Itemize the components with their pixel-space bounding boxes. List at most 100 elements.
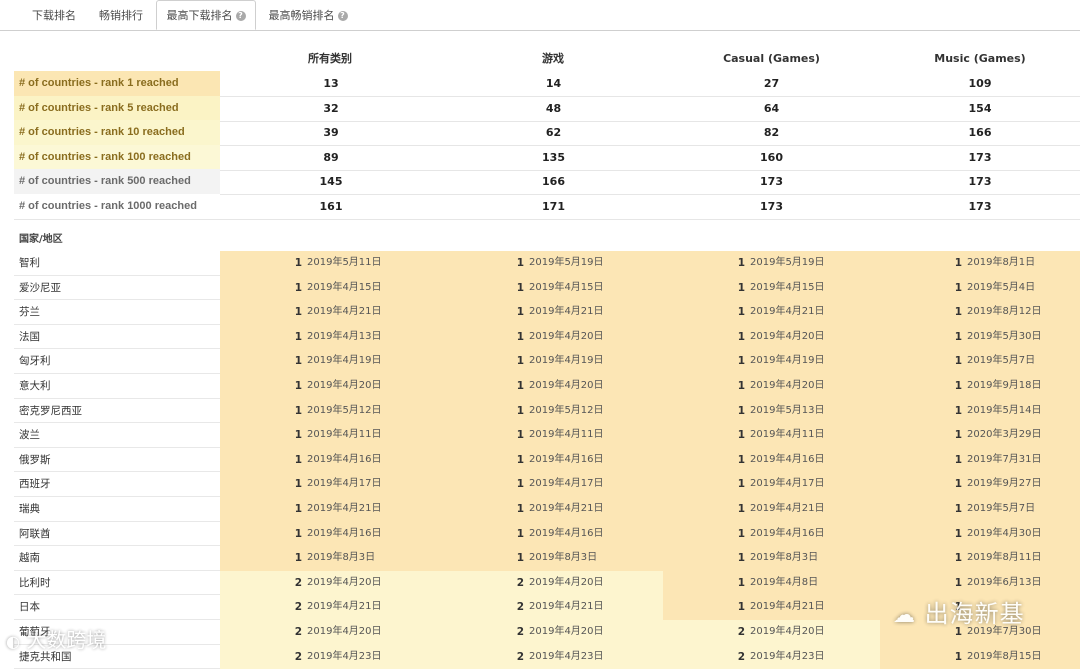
rank-value: 1 [954,355,962,368]
rank-date: 2019年4月21日 [307,306,382,318]
rank-cell: 1 2019年4月15日 [442,275,663,301]
country-name: 阿联酋 [14,521,220,547]
rank-value: 1 [954,576,962,589]
summary-value: 161 [319,200,343,213]
rank-cell: 1 2019年5月11日 [220,251,442,276]
summary-value: 166 [542,175,565,189]
rank-value: 1 [516,330,524,343]
rank-cell: 1 [880,595,1080,620]
rank-cell: 2 2019年4月20日 [663,620,880,645]
rank-date: 2019年4月20日 [307,626,382,637]
country-name: 芬兰 [14,300,220,325]
rank-value: 2 [516,650,524,663]
summary-row-label: # of countries - rank 1 reached [14,71,220,96]
rank-date: 2019年6月13日 [967,576,1042,588]
rank-cell: 1 2019年4月21日 [220,497,442,522]
rank-value: 1 [954,453,962,466]
rank-value: 1 [954,380,962,392]
tab-label: 下载排名 [32,9,76,22]
country-name: 爱沙尼亚 [14,275,220,301]
country-name: 密克罗尼西亚 [14,398,220,424]
rank-value: 2 [516,601,524,614]
rank-cell: 1 2019年5月12日 [220,398,442,424]
rank-cell: 1 2019年4月16日 [220,447,442,473]
rank-value: 1 [954,527,962,540]
rank-cell: 1 2019年8月3日 [663,546,880,571]
rank-date: 2019年4月15日 [750,281,825,293]
summary-value: 166 [968,126,992,140]
help-icon[interactable]: ? [235,11,246,21]
rank-date: 2019年4月21日 [307,503,382,514]
rank-value: 1 [954,281,962,294]
rank-date: 2019年8月3日 [307,552,376,564]
rank-value: 1 [737,453,745,466]
rank-date: 2019年7月30日 [967,626,1042,637]
rank-cell: 2 2019年4月20日 [442,570,663,596]
rank-value: 1 [516,306,524,319]
rank-date: 2019年8月3日 [750,552,819,564]
rank-date: 2019年4月16日 [307,527,382,539]
rank-value: 2 [294,576,302,589]
rank-date: 2019年5月4日 [967,281,1036,293]
rank-value: 1 [294,281,302,294]
rank-date: 2019年4月11日 [529,429,604,441]
rank-value: 1 [954,650,962,663]
rank-value: 1 [737,429,745,442]
rank-date: 2019年5月11日 [307,257,382,268]
rank-date: 2019年4月21日 [750,503,825,514]
rank-date: 2019年5月19日 [529,257,604,268]
help-icon[interactable]: ? [337,11,348,21]
country-row: 越南 1 2019年8月3日 1 2019年8月3日 1 2019年8月3日 1 2019年8月… [14,546,1080,571]
summary-value: 145 [319,175,343,189]
country-row: 匈牙利 1 2019年4月19日 1 2019年4月19日 1 2019年4月19日 1 201… [14,349,1080,374]
rank-date: 2019年4月21日 [529,503,604,514]
rank-date: 2019年4月13日 [307,330,382,342]
rank-cell: 1 2019年4月13日 [220,324,442,350]
rank-date: 2019年4月17日 [529,478,604,490]
summary-row-label: # of countries - rank 500 reached [14,169,220,195]
rank-date: 2019年4月16日 [529,453,604,465]
summary-value: 13 [323,77,339,90]
summary-value: 173 [760,200,783,213]
tab-downloads-rank[interactable]: 下载排名 [20,0,88,30]
rank-cell: 2 2019年4月23日 [663,644,880,669]
rank-value: 1 [516,527,524,540]
rank-date: 2019年8月3日 [529,552,598,564]
rank-value: 2 [294,650,302,663]
rank-cell: 1 2019年5月19日 [442,251,663,276]
rank-value: 1 [294,552,302,565]
tab-highest-grossing-rank[interactable]: 最高畅销排名? [258,0,358,30]
tab-highest-download-rank[interactable]: 最高下载排名? [156,0,256,30]
country-name: 比利时 [14,570,220,596]
country-row: 瑞典 1 2019年4月21日 1 2019年4月21日 1 2019年4月21日 1 2019… [14,497,1080,522]
rank-date: 2019年8月1日 [967,257,1036,268]
rank-value: 1 [294,257,302,269]
rank-value: 1 [737,478,745,491]
rank-value: 1 [737,503,745,515]
rank-cell: 1 2019年4月17日 [220,472,442,497]
rank-cell: 1 2019年5月7日 [880,497,1080,522]
rank-value: 1 [294,380,302,392]
tab-label: 最高畅销排名 [268,9,335,22]
country-name: 捷克共和国 [14,644,220,669]
rank-value: 1 [737,404,745,417]
tab-grossing-rank[interactable]: 畅销排行 [88,0,154,30]
rank-date: 2019年4月17日 [750,478,825,490]
country-row: 葡萄牙 2 2019年4月20日 2 2019年4月20日 2 2019年4月20日 1 201… [14,620,1080,645]
rank-date: 2019年4月20日 [529,330,604,342]
rank-date: 2019年4月20日 [529,576,604,588]
country-row: 密克罗尼西亚 1 2019年5月12日 1 2019年5月12日 1 2019年5月13日 1… [14,398,1080,424]
rank-date: 2019年4月23日 [750,650,825,662]
rank-cell: 1 2019年4月11日 [663,423,880,448]
rank-date: 2019年4月20日 [750,626,825,637]
rank-date: 2019年4月21日 [529,306,604,318]
country-row: 比利时 2 2019年4月20日 2 2019年4月20日 1 2019年4月8日 1 2019… [14,570,1080,596]
summary-value: 109 [968,77,992,90]
rank-date: 2019年5月7日 [967,355,1036,367]
rank-value: 1 [737,281,745,294]
country-name: 日本 [14,595,220,620]
rank-cell: 1 2019年4月15日 [663,275,880,301]
summary-row-label: # of countries - rank 5 reached [14,95,220,121]
rank-cell: 1 2019年4月16日 [442,521,663,547]
rank-date: 2019年4月20日 [750,330,825,342]
